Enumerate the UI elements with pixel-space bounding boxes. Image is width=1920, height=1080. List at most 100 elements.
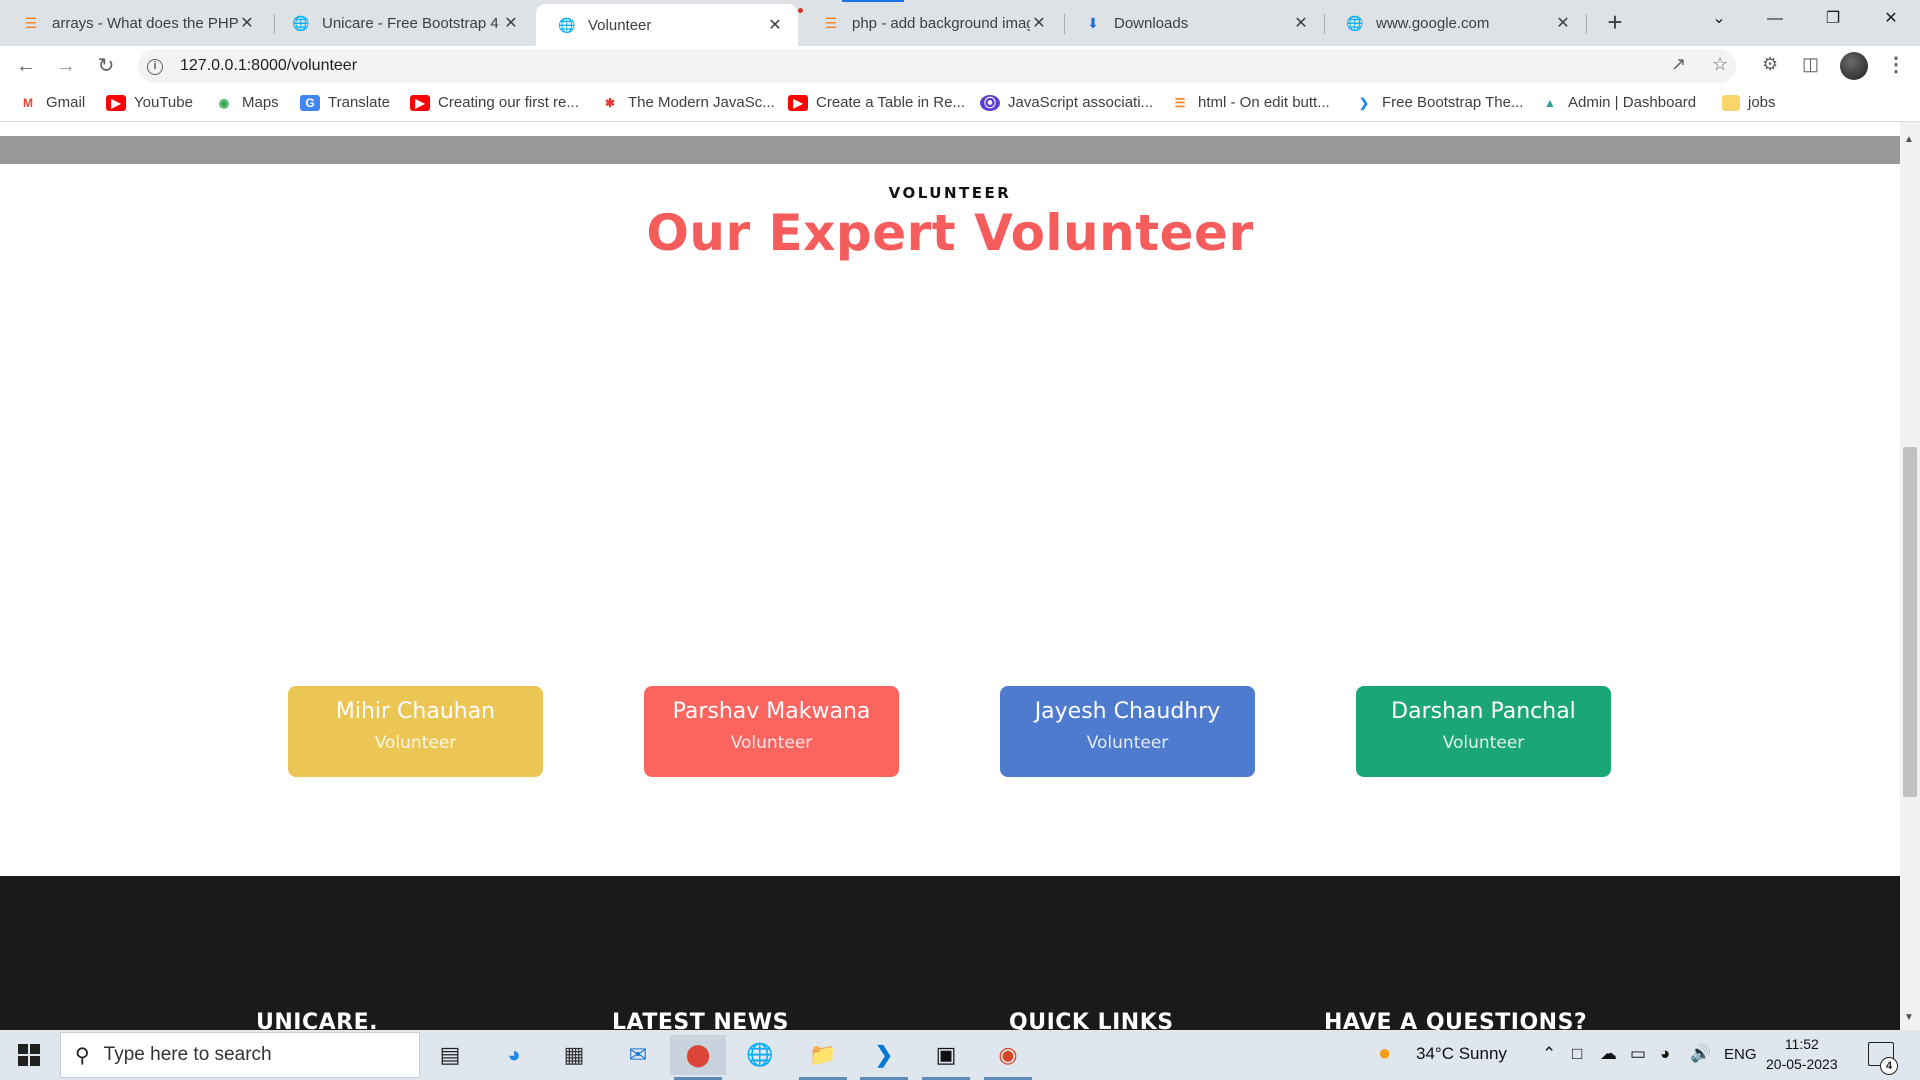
volunteer-name: Parshav Makwana [672,699,871,724]
scroll-up-arrow-icon[interactable]: ▲ [1904,134,1914,145]
file-explorer-icon[interactable]: 📁 [795,1035,851,1080]
volunteer-card[interactable]: Darshan Panchal Volunteer [1356,686,1611,777]
scrollbar-thumb[interactable] [1903,447,1917,797]
youtube-icon: ▶ [788,94,808,111]
tab-volunteer[interactable]: 🌐 Volunteer ✕ [536,4,798,46]
tab-title: Unicare - Free Bootstrap 4 T [322,14,502,32]
bookmark-translate[interactable]: G Translate [300,94,390,111]
tab-google[interactable]: 🌐 www.google.com ✕ [1324,4,1586,42]
bookmark-creating-first[interactable]: ▶ Creating our first re... [410,94,579,111]
battery-icon[interactable]: ▭ [1630,1044,1646,1064]
new-tab-button[interactable]: + [1598,6,1632,40]
edge-icon[interactable]: ◕ [486,1035,542,1075]
download-icon: ⬇ [1087,14,1099,31]
taskbar-clock[interactable]: 11:52 20-05-2023 [1766,1034,1838,1074]
reload-button[interactable]: ↻ [90,50,122,82]
tab-downloads[interactable]: ⬇ Downloads ✕ [1062,4,1324,42]
header-band [0,136,1900,164]
tab-php-background[interactable]: ☰ php - add background imag ✕ [800,4,1062,42]
forward-button[interactable]: → [50,50,82,82]
bookmark-label: Gmail [46,94,86,111]
vscode-icon[interactable]: ❯ [856,1035,912,1080]
site-info-icon[interactable]: i [138,57,172,75]
volume-icon[interactable]: 🔊 [1690,1044,1711,1064]
bookmark-gmail[interactable]: M Gmail [18,94,85,111]
volunteer-role: Volunteer [1442,733,1525,753]
taskbar-search-box[interactable]: ⚲ Type here to search [60,1032,420,1078]
side-panel-icon[interactable]: ◫ [1802,54,1819,75]
bookmark-html-edit[interactable]: ☰ html - On edit butt... [1170,94,1330,111]
scroll-down-arrow-icon[interactable]: ▼ [1904,1012,1914,1023]
menu-icon[interactable]: ⋮ [1886,52,1906,77]
close-window-button[interactable]: ✕ [1864,0,1918,40]
tab-title: Downloads [1114,14,1189,32]
chrome-icon[interactable]: ⬤ [670,1035,726,1080]
tab-search-icon[interactable]: ⌄ [1692,0,1746,40]
close-tab-icon[interactable]: ✕ [1554,13,1572,33]
bookmark-modern-javascript[interactable]: ✱ The Modern JavaSc... [600,94,775,111]
bookmark-star-icon[interactable]: ☆ [1712,54,1728,75]
volunteer-card[interactable]: Mihir Chauhan Volunteer [288,686,543,777]
weather-text[interactable]: 34°C Sunny [1416,1044,1507,1064]
bookmark-label: The Modern JavaSc... [628,94,775,111]
bookmark-label: html - On edit butt... [1198,94,1330,111]
close-tab-icon[interactable]: ✕ [1030,13,1048,33]
tab-unicare[interactable]: 🌐 Unicare - Free Bootstrap 4 T ✕ [270,4,534,42]
restore-button[interactable]: ❐ [1806,0,1860,40]
bookmark-maps[interactable]: ◉ Maps [214,94,279,111]
page-scrollbar[interactable]: ▲ ▼ [1900,122,1920,1030]
bookmark-create-table[interactable]: ▶ Create a Table in Re... [788,94,965,111]
notification-count-badge: 4 [1880,1057,1898,1075]
wifi-icon[interactable]: ◕ [1660,1044,1670,1064]
close-tab-icon[interactable]: ✕ [502,13,520,33]
bookmark-youtube[interactable]: ▶ YouTube [106,94,193,111]
bookmark-free-bootstrap[interactable]: ❯ Free Bootstrap The... [1354,94,1524,111]
show-hidden-icons-icon[interactable]: ⌃ [1542,1044,1556,1064]
stackoverflow-icon: ☰ [1174,95,1186,110]
bookmark-jobs[interactable]: jobs [1722,94,1776,111]
tab-title: Volunteer [588,16,652,34]
volunteer-role: Volunteer [730,733,813,753]
tab-title: php - add background imag [852,14,1030,32]
task-view-icon[interactable]: ▤ [422,1035,478,1075]
minimize-button[interactable]: — [1748,0,1802,40]
close-tab-icon[interactable]: ✕ [1292,13,1310,33]
footer-heading-unicare: UNICARE. [256,1010,378,1030]
app-globe-icon[interactable]: 🌐 [732,1035,788,1075]
extensions-icon[interactable]: ⚙ [1762,54,1778,75]
profile-avatar[interactable] [1840,52,1868,80]
tab-arrays[interactable]: ☰ arrays - What does the PHP ✕ [0,4,270,42]
powerpoint-icon[interactable]: ◉ [980,1035,1036,1080]
bookmark-javascript-association[interactable]: ⦿ JavaScript associati... [980,94,1153,111]
windows-start-icon[interactable] [18,1044,40,1066]
admin-icon: ▲ [1544,95,1556,110]
bootstrap-icon: ❯ [1358,95,1370,110]
close-tab-icon[interactable]: ✕ [238,13,256,33]
store-icon[interactable]: ▦ [546,1035,602,1075]
back-button[interactable]: ← [10,50,42,82]
clock-date: 20-05-2023 [1766,1056,1838,1072]
volunteer-name: Darshan Panchal [1391,699,1576,724]
bookmark-admin-dashboard[interactable]: ▲ Admin | Dashboard [1540,94,1696,111]
terminal-icon[interactable]: ▣ [918,1035,974,1080]
weather-sun-icon[interactable]: ● [1378,1040,1391,1066]
onedrive-icon[interactable]: ☁ [1600,1044,1617,1064]
meet-now-icon[interactable]: □ [1572,1044,1582,1064]
volunteer-card[interactable]: Parshav Makwana Volunteer [644,686,899,777]
address-bar[interactable]: i 127.0.0.1:8000/volunteer [138,49,1736,83]
close-tab-icon[interactable]: ✕ [766,15,784,35]
volunteer-role: Volunteer [1086,733,1169,753]
language-indicator[interactable]: ENG [1724,1046,1757,1063]
bookmark-label: Creating our first re... [438,94,579,111]
volunteer-name: Mihir Chauhan [335,699,496,724]
volunteer-card[interactable]: Jayesh Chaudhry Volunteer [1000,686,1255,777]
stackoverflow-icon: ☰ [824,14,838,31]
mail-icon[interactable]: ✉ [610,1035,666,1075]
bookmark-site-icon: ⦿ [980,94,1000,111]
volunteer-role: Volunteer [374,733,457,753]
bookmark-label: Create a Table in Re... [816,94,965,111]
youtube-icon: ▶ [410,94,430,111]
share-icon[interactable]: ↗ [1671,54,1686,75]
clock-time: 11:52 [1784,1036,1819,1052]
globe-icon: 🌐 [558,16,576,33]
